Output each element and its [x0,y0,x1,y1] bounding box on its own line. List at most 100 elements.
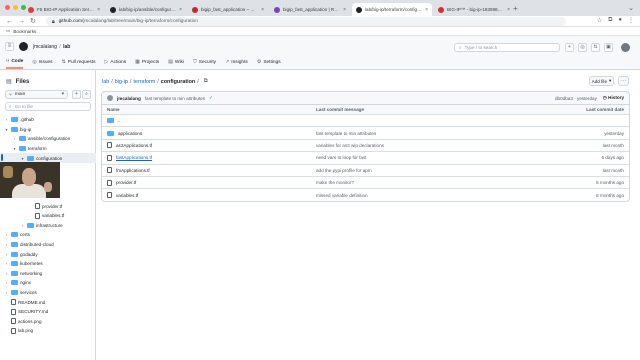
tab-pull-requests[interactable]: ⇅ Pull requests [62,58,96,69]
tab-security[interactable]: ⛉ Security [193,58,216,69]
chevron-right-icon[interactable]: › [20,223,25,228]
file-tree-item[interactable]: › services [0,288,96,298]
commit-message[interactable]: fast template to min attributes [145,96,205,101]
browser-tab[interactable]: bigip_fast_application | Resou...× [270,3,350,16]
chevron-right-icon[interactable]: › [4,252,9,257]
menu-icon[interactable]: ≡ [5,42,14,51]
tab-wiki[interactable]: ▤ Wiki [168,58,184,69]
table-row[interactable]: as3Applications.tf variables for as3 wip … [102,138,629,151]
file-tree-item[interactable]: › distributed-cloud [0,240,96,250]
file-tree-item[interactable]: SECURITY.md [0,307,96,317]
close-window-button[interactable] [5,5,10,10]
file-tree-item[interactable]: › networking [0,269,96,279]
tab-actions[interactable]: ▷ Actions [105,58,127,69]
chevron-right-icon[interactable]: › [4,242,9,247]
commit-message-cell[interactable]: fast template to min attributes [316,131,534,136]
bookmark-star-icon[interactable]: ☆ [597,17,602,24]
close-tab-icon[interactable]: × [343,7,346,13]
breadcrumb-link[interactable]: big-ip [115,79,128,85]
commit-author-avatar[interactable] [107,95,113,101]
chevron-right-icon[interactable]: › [4,232,9,237]
commit-message-cell[interactable]: variables for as3 wip declarations [316,143,534,148]
close-tab-icon[interactable]: × [425,7,428,13]
add-file-button[interactable]: Add file ▾ [589,76,614,86]
chevron-right-icon[interactable]: › [4,290,9,295]
file-tree-item[interactable]: lab.png [0,326,96,336]
commit-message-cell[interactable]: missed variable definition [316,193,534,198]
extensions-icon[interactable]: ⧉ [608,17,612,24]
browser-tab[interactable]: BIG-IP™ - big-ip-19308875.dns...× [434,3,514,16]
pull-request-icon[interactable]: ⇅ [591,43,600,52]
commit-hash[interactable]: db0dba3 · yesterday [555,96,597,101]
file-tree-item[interactable]: › ansible/configuration [0,134,96,144]
commit-message-cell[interactable]: make the monitor? [316,180,534,185]
close-tab-icon[interactable]: × [261,7,264,13]
tab-issues[interactable]: ◎ Issues [32,58,52,69]
file-tree-item[interactable]: › .github [0,115,96,125]
file-tree-item[interactable]: variables.tf [0,211,96,221]
tab-settings[interactable]: ⚙ Settings [257,58,281,69]
chevron-down-icon[interactable]: ▾ [4,127,9,132]
search-files-icon[interactable]: ⌕ [82,90,91,99]
chevron-right-icon[interactable]: › [4,280,9,285]
close-tab-icon[interactable]: × [179,7,182,13]
tab-code[interactable]: ‹› Code [6,58,24,69]
table-row[interactable]: fmApplications.tf add the pypi profile fo… [102,163,629,176]
history-button[interactable]: ◷ History [603,95,624,101]
file-name[interactable]: fmApplications.tf [116,168,150,173]
branch-selector[interactable]: ⑂ main ▾ [5,90,68,99]
add-file-icon[interactable]: + [72,90,81,99]
breadcrumb-link[interactable]: lab [102,79,109,85]
file-tree-item[interactable]: actions.png [0,316,96,326]
file-tree-item[interactable]: › infrastructure [0,221,96,231]
chevron-down-icon[interactable]: ▾ [12,146,17,151]
chevron-right-icon[interactable]: › [4,117,9,122]
browser-menu-icon[interactable]: ⋮ [628,17,634,24]
copy-path-icon[interactable]: ⧉ [204,78,208,85]
sidebar-toggle-icon[interactable]: ▤ [6,78,12,85]
tab-insights[interactable]: ↗ Insights [225,58,248,69]
browser-tab[interactable]: bigip_fast_application – Mana...× [188,3,268,16]
file-tree-item[interactable]: ▾ terraform [0,144,96,154]
file-tree-item[interactable]: ▾ big-ip [0,125,96,135]
file-tree-item[interactable]: › godaddy [0,249,96,259]
parent-directory-row[interactable]: .. [102,114,629,126]
browser-tab[interactable]: lab/big-ip/ansible/configuratio... × [106,3,186,16]
commit-message-cell[interactable]: add the pypi profile for apm [316,168,534,173]
bookmarks-label[interactable]: Bookmarks [13,29,36,34]
file-tree-item[interactable]: › certs [0,230,96,240]
file-name[interactable]: as3Applications.tf [116,143,152,148]
table-row[interactable]: applications fast template to min attribu… [102,126,629,138]
file-name[interactable]: provider.tf [116,180,136,185]
go-to-file-input[interactable]: ⌕ Go to file [5,102,91,111]
close-tab-icon[interactable]: × [507,7,510,13]
inbox-icon[interactable]: ▣ [604,43,613,52]
file-tree-item[interactable]: › nginx [0,278,96,288]
profile-icon[interactable]: ● [618,17,622,24]
url-bar[interactable]: 🔒︎ github.com/jmcalalang/lab/tree/main/b… [46,17,566,26]
file-name[interactable]: applications [118,131,142,136]
more-options-button[interactable]: ··· [618,76,629,86]
forward-icon[interactable]: → [18,16,25,27]
minimize-window-button[interactable] [13,5,18,10]
reload-icon[interactable]: ↻ [30,16,36,27]
avatar[interactable] [621,43,630,52]
owner-link[interactable]: jmcalalang [33,44,57,50]
create-new-icon[interactable]: + [565,43,574,52]
tab-projects[interactable]: ▦ Projects [135,58,159,69]
chevron-right-icon[interactable]: › [4,261,9,266]
table-row[interactable]: fastApplications.tf need vars to loop for… [102,151,629,163]
commit-message-cell[interactable]: need vars to loop for fast [316,155,534,160]
new-tab-button[interactable]: + [513,4,518,13]
tab-search-icon[interactable]: ⌄ [628,4,634,12]
commit-author[interactable]: jmcalalang [117,96,141,101]
file-tree-item[interactable]: provider.tf [0,201,96,211]
issues-icon[interactable]: ◎ [578,43,587,52]
search-input[interactable]: ⌕ Type / to search [454,43,560,52]
chevron-right-icon[interactable]: › [4,271,9,276]
repo-link[interactable]: lab [63,44,70,50]
browser-tab[interactable]: F5 BIG-IP Application Servic... × [24,3,104,16]
back-icon[interactable]: ← [6,16,13,27]
chevron-down-icon[interactable]: ▾ [20,156,25,161]
file-tree-item[interactable]: README.md [0,297,96,307]
